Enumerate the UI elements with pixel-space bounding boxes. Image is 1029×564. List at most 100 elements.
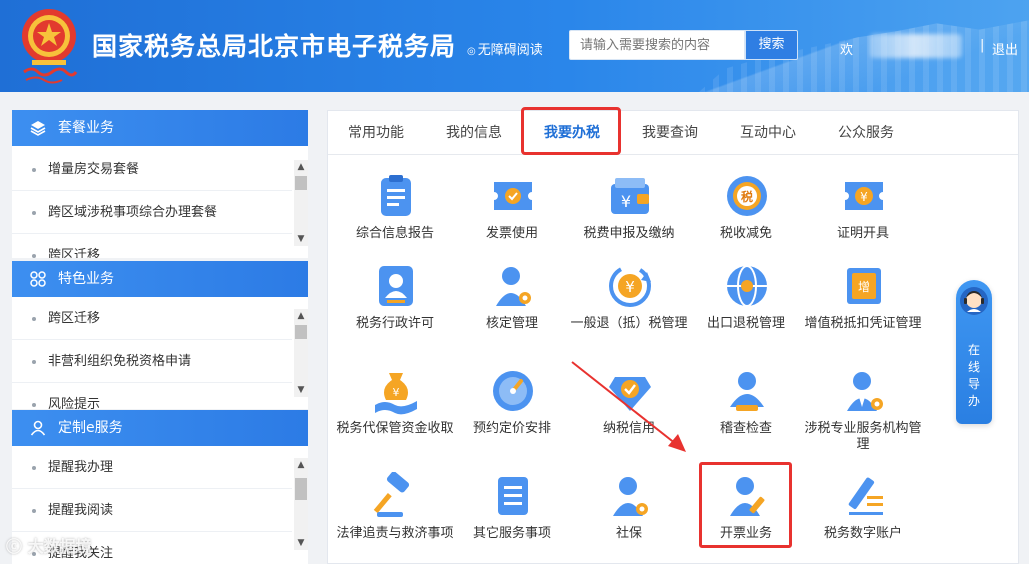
- sidebar-item[interactable]: 跨区迁移: [12, 234, 292, 258]
- scroll-up-icon[interactable]: ▲: [294, 160, 308, 174]
- tab-public-services[interactable]: 公众服务: [838, 111, 894, 155]
- sidebar-item[interactable]: 风险提示: [12, 383, 292, 409]
- sidebar-item[interactable]: 跨区迁移: [12, 297, 292, 340]
- tile-vat-deduction[interactable]: 增 增值税抵扣凭证管理: [804, 262, 922, 346]
- id-badge-icon: [379, 266, 413, 306]
- sidebar-item[interactable]: 跨区域涉税事项综合办理套餐: [12, 191, 292, 234]
- sidebar-list-features: 跨区迁移 非营利组织免税资格申请 风险提示 ▲ ▼: [12, 297, 308, 409]
- sidebar-section-features[interactable]: 特色业务: [12, 261, 308, 297]
- svg-text:¥: ¥: [625, 278, 635, 296]
- sidebar-item[interactable]: 提醒我办理: [12, 446, 292, 489]
- scrollbar[interactable]: ▲ ▼: [294, 458, 308, 550]
- svg-text:¥: ¥: [393, 386, 400, 399]
- sidebar: 套餐业务 增量房交易套餐 跨区域涉税事项综合办理套餐 跨区迁移 ▲ ▼ 特色业务…: [12, 110, 308, 564]
- tile-inspection[interactable]: 稽查检查: [691, 367, 801, 451]
- tile-social-insurance[interactable]: 社保: [574, 472, 684, 556]
- tile-assessment-management[interactable]: 核定管理: [457, 262, 567, 346]
- yen-refresh-icon: ¥: [609, 265, 651, 307]
- tile-label: 其它服务事项: [472, 526, 551, 541]
- user-gear-icon: [496, 267, 531, 306]
- tile-custodial-funds[interactable]: ¥ 税务代保管资金收取: [336, 367, 454, 451]
- accessibility-icon: ◎: [467, 46, 476, 57]
- watermark: ⓒ 大数据境: [6, 533, 92, 557]
- site-header: 国家税务总局北京市电子税务局 ◎无障碍阅读 搜索 欢 | 退出: [0, 0, 1029, 92]
- sidebar-item[interactable]: 非营利组织免税资格申请: [12, 340, 292, 383]
- invoicing-highlight-box: [699, 462, 792, 548]
- tile-label: 税收减免: [719, 226, 772, 241]
- tab-common-functions[interactable]: 常用功能: [348, 111, 404, 155]
- sidebar-item[interactable]: 提醒我阅读: [12, 489, 292, 532]
- tile-label: 税务数字账户: [823, 526, 902, 541]
- tile-label: 法律追责与救济事项: [336, 526, 454, 541]
- blurred-username: [870, 34, 962, 58]
- sidebar-section-title: 套餐业务: [58, 120, 114, 136]
- tile-label: 税务代保管资金收取: [336, 421, 454, 436]
- tile-comprehensive-report[interactable]: 综合信息报告: [340, 172, 450, 242]
- sidebar-section-custom-service[interactable]: 定制e服务: [12, 410, 308, 446]
- search-button[interactable]: 搜索: [745, 30, 798, 60]
- grid-icon: [28, 261, 48, 300]
- svg-text:增: 增: [858, 280, 870, 294]
- gauge-icon: [493, 371, 533, 411]
- scroll-thumb[interactable]: [295, 478, 307, 500]
- watermark-text: 大数据境: [27, 537, 92, 556]
- tile-general-refund[interactable]: ¥ 一般退（抵）税管理: [570, 262, 688, 346]
- accessible-reading-link[interactable]: ◎ 无障碍阅读: [467, 39, 543, 58]
- certificate-ticket-icon: ¥: [845, 182, 883, 210]
- tile-label: 税务行政许可: [355, 316, 434, 331]
- scrollbar[interactable]: ▲ ▼: [294, 309, 308, 397]
- svg-text:税: 税: [741, 189, 753, 204]
- tile-invoice-usage[interactable]: 发票使用: [457, 172, 567, 242]
- ticket-icon: [494, 182, 532, 210]
- svg-text:¥: ¥: [621, 192, 631, 211]
- logout-link[interactable]: 退出: [992, 39, 1018, 58]
- tab-my-info[interactable]: 我的信息: [446, 111, 502, 155]
- search-input[interactable]: [569, 30, 745, 60]
- pen-lines-icon: [848, 477, 883, 515]
- tile-legal-remedy[interactable]: 法律追责与救济事项: [336, 472, 454, 556]
- tile-certificate-issuance[interactable]: ¥ 证明开具: [808, 172, 918, 242]
- tile-label: 出口退税管理: [706, 316, 785, 331]
- scroll-down-icon[interactable]: ▼: [294, 383, 308, 397]
- welcome-text: 欢: [840, 43, 854, 58]
- tab-interaction-center[interactable]: 互动中心: [740, 111, 796, 155]
- list-doc-icon: [498, 477, 528, 515]
- tile-other-services[interactable]: 其它服务事项: [457, 472, 567, 556]
- tile-label: 综合信息报告: [355, 226, 434, 241]
- sidebar-list-packages: 增量房交易套餐 跨区域涉税事项综合办理套餐 跨区迁移 ▲ ▼: [12, 146, 308, 258]
- tile-label: 核定管理: [485, 316, 538, 331]
- tax-emblem-logo[interactable]: [18, 6, 80, 86]
- tile-tax-declaration-payment[interactable]: ¥ 税费申报及缴纳: [574, 172, 684, 242]
- accessible-reading-label: 无障碍阅读: [477, 43, 543, 58]
- tile-label: 预约定价安排: [472, 421, 551, 436]
- globe-icon: [727, 265, 767, 307]
- scroll-up-icon[interactable]: ▲: [294, 458, 308, 472]
- tile-label: 税费申报及缴纳: [583, 226, 675, 241]
- clipboard-icon: [381, 175, 411, 216]
- user-icon: [28, 410, 48, 449]
- sidebar-item[interactable]: 增量房交易套餐: [12, 148, 292, 191]
- tile-tax-relief[interactable]: 税 税收减免: [691, 172, 801, 242]
- scroll-down-icon[interactable]: ▼: [294, 536, 308, 550]
- scroll-thumb[interactable]: [295, 176, 307, 190]
- scroll-up-icon[interactable]: ▲: [294, 309, 308, 323]
- scroll-down-icon[interactable]: ▼: [294, 232, 308, 246]
- scroll-thumb[interactable]: [295, 325, 307, 339]
- tab-highlight-box: [521, 107, 621, 155]
- vat-receipt-icon: 增: [847, 268, 881, 304]
- tile-export-refund[interactable]: 出口退税管理: [691, 262, 801, 346]
- sidebar-section-packages[interactable]: 套餐业务: [12, 110, 308, 146]
- tab-bar: 常用功能 我的信息 我要办税 我要查询 互动中心 公众服务: [328, 107, 1018, 155]
- tile-digital-tax-account[interactable]: 税务数字账户: [808, 472, 918, 556]
- tile-professional-service-org[interactable]: 涉税专业服务机构管理: [804, 367, 922, 452]
- tab-query[interactable]: 我要查询: [642, 111, 698, 155]
- tile-administrative-license[interactable]: 税务行政许可: [340, 262, 450, 346]
- online-guide-button[interactable]: 在线导办: [956, 280, 992, 424]
- wallet-yen-icon: ¥: [611, 178, 649, 214]
- user-tie-gear-icon: [847, 372, 883, 411]
- service-agent-icon: [960, 287, 988, 315]
- tile-advance-pricing[interactable]: 预约定价安排: [457, 367, 567, 451]
- sidebar-section-title: 特色业务: [58, 271, 114, 287]
- scrollbar[interactable]: ▲ ▼: [294, 160, 308, 246]
- tile-label: 证明开具: [836, 226, 889, 241]
